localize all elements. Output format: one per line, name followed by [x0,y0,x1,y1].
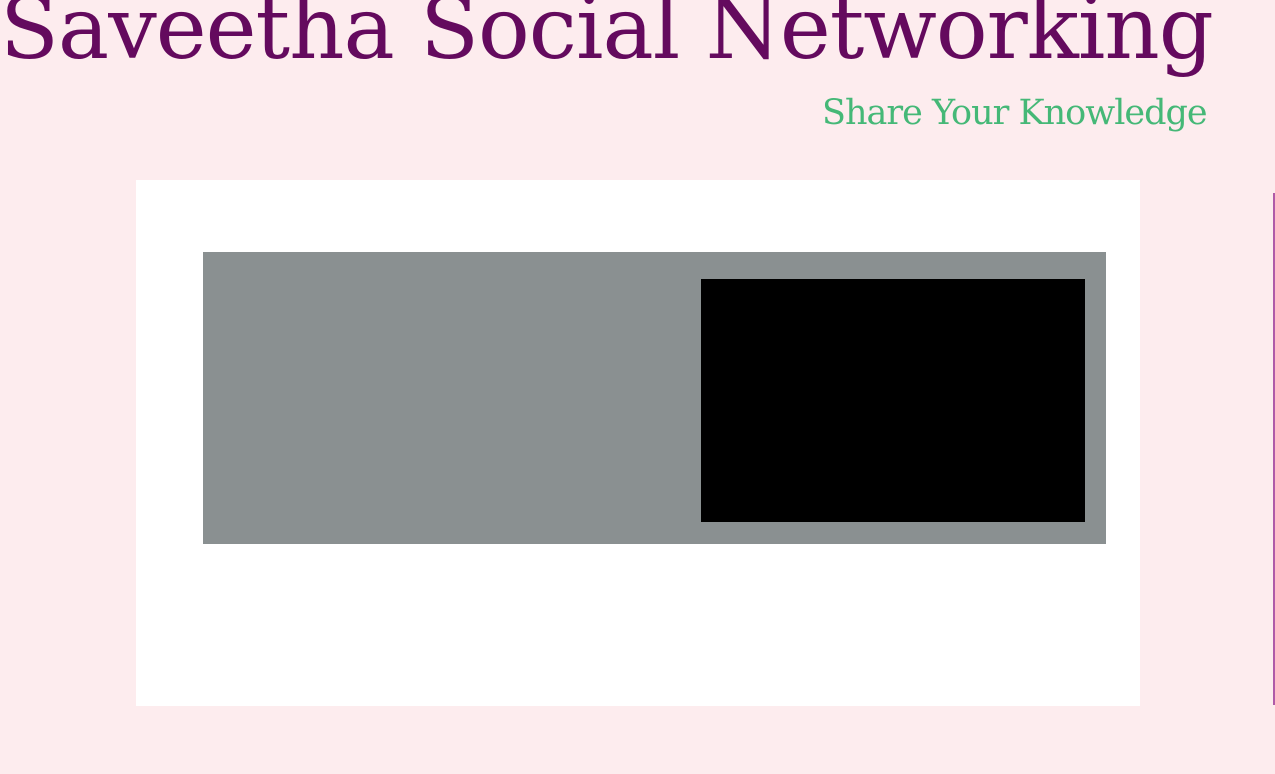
video-player[interactable] [701,279,1085,522]
site-title: Saveetha Social Networking [0,0,1214,79]
content-panel [136,180,1140,706]
media-frame [203,252,1106,544]
site-tagline: Share Your Knowledge [822,93,1208,133]
